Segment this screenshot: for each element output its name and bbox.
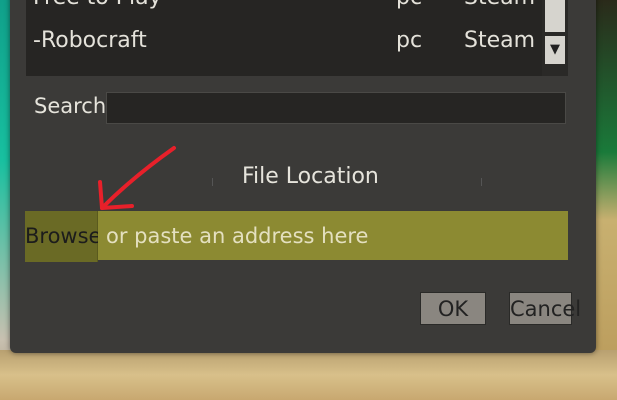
scrollbar-thumb[interactable] bbox=[545, 0, 565, 32]
game-store: Steam bbox=[464, 0, 535, 13]
game-platform: pc bbox=[396, 0, 422, 13]
game-name: -Robocraft bbox=[33, 28, 147, 53]
game-name: Free to Play bbox=[33, 0, 162, 13]
file-location-title: File Location bbox=[242, 164, 379, 189]
game-list[interactable]: Free to Play pc Steam -Robocraft pc Stea… bbox=[26, 0, 568, 76]
ok-button[interactable]: OK bbox=[420, 292, 486, 325]
red-arrow-icon bbox=[98, 146, 176, 210]
cancel-button[interactable]: Cancel bbox=[509, 292, 581, 325]
divider-tick bbox=[481, 178, 482, 186]
divider-tick bbox=[212, 178, 213, 186]
game-platform: pc bbox=[396, 28, 423, 53]
list-scrollbar[interactable]: ▼ bbox=[542, 0, 568, 76]
scroll-down-icon[interactable]: ▼ bbox=[545, 36, 565, 64]
browse-button[interactable]: Browse bbox=[25, 211, 101, 262]
list-item[interactable]: -Robocraft pc Steam bbox=[26, 26, 541, 56]
search-input[interactable] bbox=[106, 92, 566, 124]
game-store: Steam bbox=[464, 28, 536, 53]
list-item[interactable]: Free to Play pc Steam bbox=[26, 0, 541, 13]
background-bottom bbox=[0, 350, 617, 400]
search-label: Search: bbox=[34, 94, 114, 118]
